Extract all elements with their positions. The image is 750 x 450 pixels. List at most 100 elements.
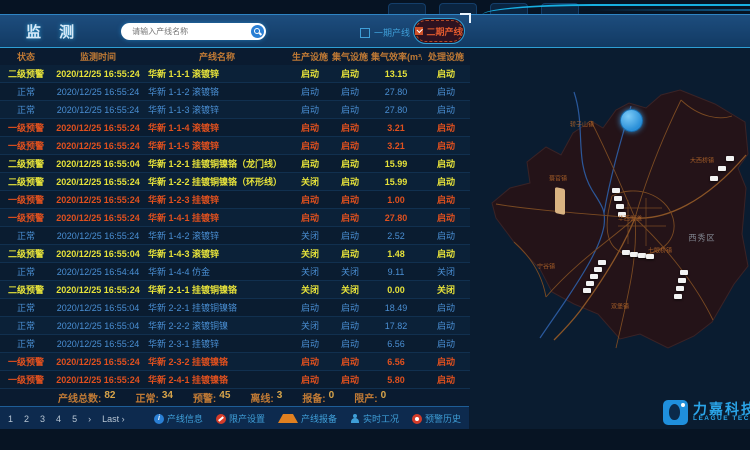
- map-marker[interactable]: [630, 252, 638, 257]
- map-marker[interactable]: [583, 288, 591, 293]
- table-body: 二级预警2020/12/25 16:55:24华新 1-1-1 滚镀锌启动启动1…: [0, 65, 470, 389]
- cell-gas: 启动: [330, 173, 370, 191]
- search-input[interactable]: [130, 26, 236, 37]
- summary-label: 产线总数:: [58, 390, 101, 405]
- map-marker[interactable]: [678, 278, 686, 283]
- cell-eff: 6.56: [370, 353, 422, 371]
- footer-button[interactable]: 实时工况: [350, 412, 399, 425]
- table-row[interactable]: 二级预警2020/12/25 16:55:04华新 1-4-3 滚镀锌关闭启动1…: [0, 245, 470, 263]
- limit-icon: [216, 414, 226, 424]
- cell-eff: 0.00: [370, 281, 422, 299]
- page-button[interactable]: 1: [8, 414, 13, 424]
- page-button[interactable]: ›: [88, 414, 91, 424]
- column-header: 集气效率(m³/s): [370, 48, 422, 65]
- table-row[interactable]: 正常2020/12/25 16:55:24华新 1-4-2 滚镀锌关闭启动2.5…: [0, 227, 470, 245]
- phase1-checkbox[interactable]: 一期产线: [360, 26, 410, 39]
- table-row[interactable]: 二级预警2020/12/25 16:55:24华新 2-1-1 挂镀铜镍铬关闭关…: [0, 281, 470, 299]
- cell-status: 二级预警: [0, 155, 52, 173]
- page-button[interactable]: 5: [72, 414, 77, 424]
- cell-treat: 启动: [422, 299, 470, 317]
- map-marker[interactable]: [710, 176, 718, 181]
- map-marker[interactable]: [598, 260, 606, 265]
- cell-eff: 13.15: [370, 65, 422, 83]
- cell-time: 2020/12/25 16:55:04: [52, 245, 144, 263]
- column-header: 生产设施: [290, 48, 330, 65]
- cell-prod: 启动: [290, 119, 330, 137]
- table-row[interactable]: 一级预警2020/12/25 16:55:24华新 1-2-3 挂镀锌启动启动1…: [0, 191, 470, 209]
- brand-logo-icon: [663, 400, 688, 425]
- header-bar: 监 测 一期产线 二期产线: [0, 14, 750, 48]
- map-marker[interactable]: [594, 267, 602, 272]
- cell-gas: 启动: [330, 155, 370, 173]
- map-marker[interactable]: [646, 254, 654, 259]
- table-row[interactable]: 一级预警2020/12/25 16:55:24华新 1-1-5 滚镀锌启动启动3…: [0, 137, 470, 155]
- cell-prod: 启动: [290, 65, 330, 83]
- cell-name: 华新 1-2-1 挂镀铜镍铬（龙门线）: [144, 155, 290, 173]
- table-row[interactable]: 一级预警2020/12/25 16:55:24华新 2-4-1 挂镀镍铬启动启动…: [0, 371, 470, 389]
- cell-prod: 启动: [290, 191, 330, 209]
- footer-button[interactable]: 限产设置: [216, 412, 265, 425]
- table-row[interactable]: 正常2020/12/25 16:54:44华新 1-4-4 仿金关闭关闭9.11…: [0, 263, 470, 281]
- map-marker[interactable]: [612, 188, 620, 193]
- search-box: [121, 23, 266, 40]
- table-row[interactable]: 正常2020/12/25 16:55:24华新 1-1-2 滚镀铬启动启动27.…: [0, 83, 470, 101]
- cell-time: 2020/12/25 16:55:24: [52, 281, 144, 299]
- page-button[interactable]: 2: [24, 414, 29, 424]
- map-marker[interactable]: [616, 204, 624, 209]
- table-row[interactable]: 二级预警2020/12/25 16:55:24华新 1-1-1 滚镀锌启动启动1…: [0, 65, 470, 83]
- brand-name-cn: 力嘉科技: [693, 402, 750, 417]
- cell-prod: 启动: [290, 299, 330, 317]
- map-marker[interactable]: [622, 250, 630, 255]
- page-button[interactable]: Last ›: [102, 414, 125, 424]
- footer-button[interactable]: 预警历史: [412, 412, 461, 425]
- cell-name: 华新 1-2-2 挂镀铜镍铬（环形线）: [144, 173, 290, 191]
- table-row[interactable]: 一级预警2020/12/25 16:55:24华新 2-3-2 挂镀镍铬启动启动…: [0, 353, 470, 371]
- cell-treat: 启动: [422, 83, 470, 101]
- summary-label: 离线:: [250, 390, 273, 405]
- cell-gas: 启动: [330, 119, 370, 137]
- town-label: 七眼桥镇: [648, 246, 672, 255]
- column-header: 状态: [0, 48, 52, 65]
- cell-eff: 1.00: [370, 191, 422, 209]
- cell-prod: 启动: [290, 371, 330, 389]
- cell-status: 二级预警: [0, 173, 52, 191]
- map-marker[interactable]: [676, 286, 684, 291]
- page-button[interactable]: 4: [56, 414, 61, 424]
- map-marker[interactable]: [726, 156, 734, 161]
- table-row[interactable]: 正常2020/12/25 16:55:24华新 1-1-3 滚镀锌启动启动27.…: [0, 101, 470, 119]
- cell-gas: 启动: [330, 191, 370, 209]
- table-row[interactable]: 二级预警2020/12/25 16:55:24华新 1-2-2 挂镀铜镍铬（环形…: [0, 173, 470, 191]
- phase2-button[interactable]: 二期产线: [413, 18, 465, 44]
- table-row[interactable]: 正常2020/12/25 16:55:04华新 2-2-2 滚镀铜镍关闭启动17…: [0, 317, 470, 335]
- cell-time: 2020/12/25 16:54:44: [52, 263, 144, 281]
- map-cluster-marker[interactable]: [620, 109, 643, 132]
- search-icon[interactable]: [251, 25, 264, 38]
- summary-label: 限产:: [354, 390, 377, 405]
- table-row[interactable]: 一级预警2020/12/25 16:55:24华新 1-1-4 滚镀锌启动启动3…: [0, 119, 470, 137]
- map-marker[interactable]: [638, 253, 646, 258]
- map-marker[interactable]: [590, 274, 598, 279]
- cell-name: 华新 2-3-1 挂镀锌: [144, 335, 290, 353]
- town-label: 轿子山镇: [570, 120, 594, 129]
- map-marker[interactable]: [614, 196, 622, 201]
- map-marker[interactable]: [674, 294, 682, 299]
- cell-status: 一级预警: [0, 191, 52, 209]
- map-marker[interactable]: [586, 281, 594, 286]
- cell-treat: 启动: [422, 335, 470, 353]
- table-row[interactable]: 正常2020/12/25 16:55:24华新 2-3-1 挂镀锌启动启动6.5…: [0, 335, 470, 353]
- table-row[interactable]: 二级预警2020/12/25 16:55:04华新 1-2-1 挂镀铜镍铬（龙门…: [0, 155, 470, 173]
- map-marker[interactable]: [680, 270, 688, 275]
- cell-time: 2020/12/25 16:55:24: [52, 83, 144, 101]
- footer-button[interactable]: i产线信息: [154, 412, 203, 425]
- table-row[interactable]: 正常2020/12/25 16:55:04华新 2-2-1 挂镀铜镍铬启动启动1…: [0, 299, 470, 317]
- summary-item: 报备:0: [302, 390, 334, 405]
- cell-status: 一级预警: [0, 119, 52, 137]
- footer-button[interactable]: 产线报备: [278, 412, 337, 425]
- cell-treat: 关闭: [422, 281, 470, 299]
- footer-button-label: 产线报备: [301, 412, 337, 425]
- table-row[interactable]: 一级预警2020/12/25 16:55:24华新 1-4-1 挂镀锌启动启动2…: [0, 209, 470, 227]
- map-marker[interactable]: [718, 166, 726, 171]
- summary-value: 82: [104, 390, 115, 405]
- cell-eff: 9.11: [370, 263, 422, 281]
- page-button[interactable]: 3: [40, 414, 45, 424]
